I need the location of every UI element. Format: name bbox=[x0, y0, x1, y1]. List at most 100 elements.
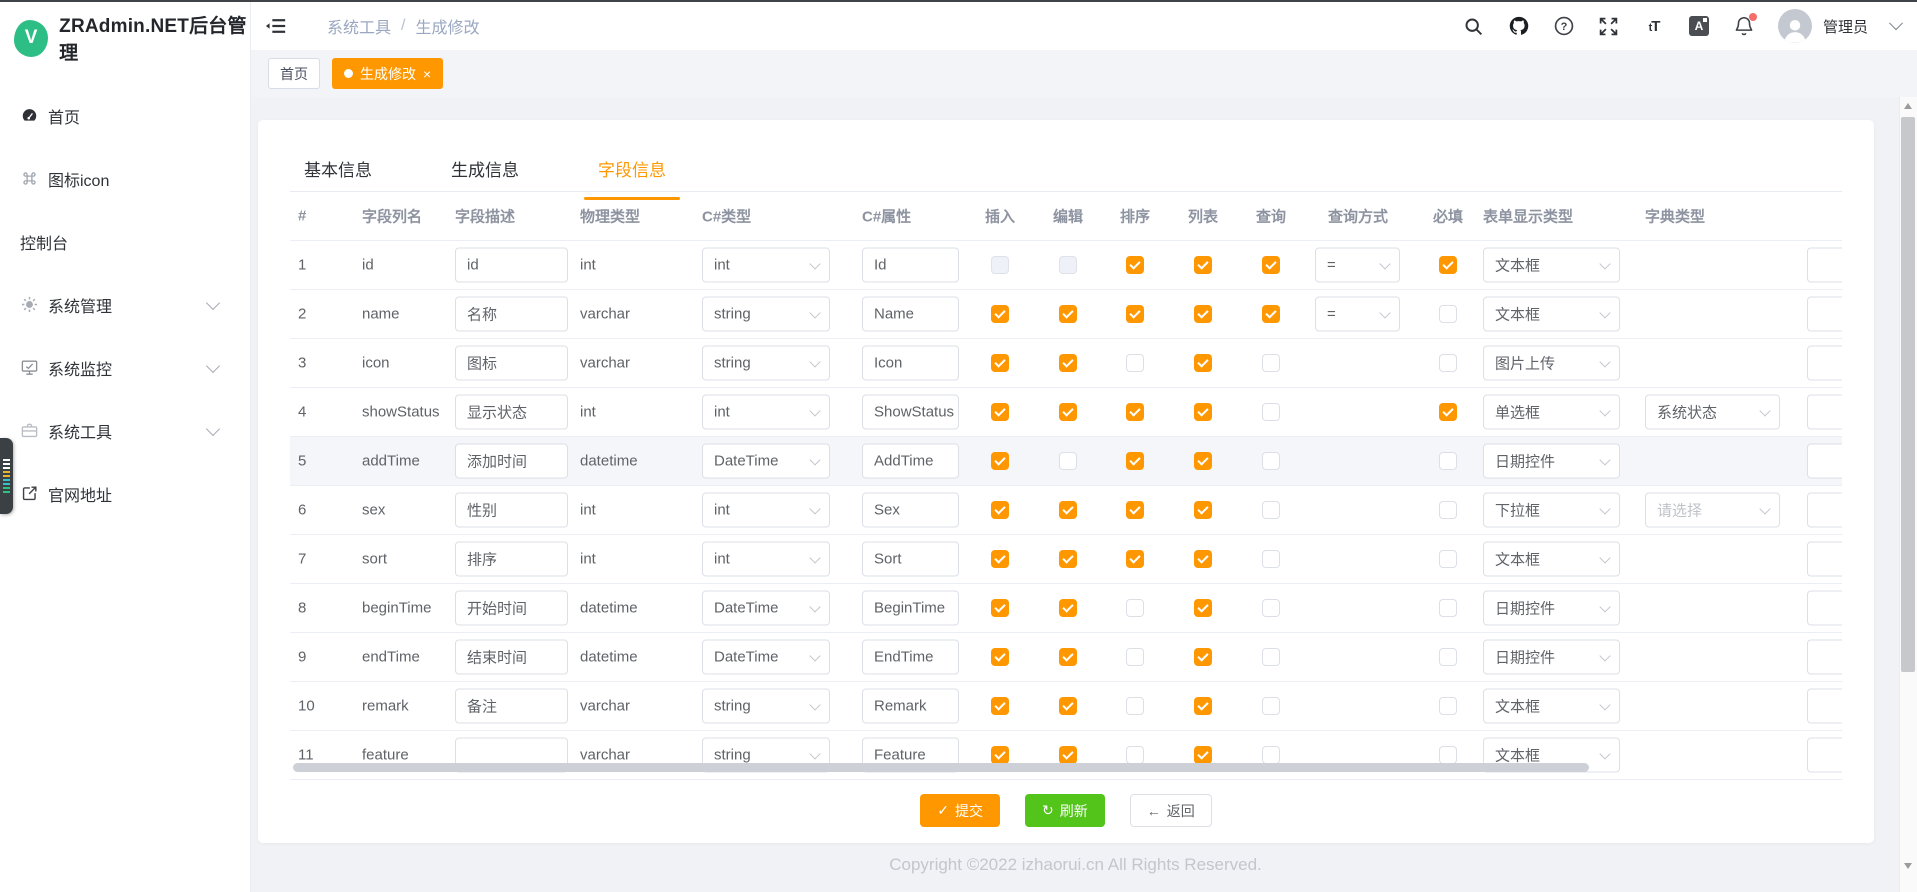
notification-bell-icon[interactable] bbox=[1733, 15, 1755, 37]
sort-checkbox[interactable] bbox=[1126, 354, 1144, 372]
sort-checkbox[interactable] bbox=[1126, 648, 1144, 666]
clipped-input[interactable] bbox=[1807, 248, 1842, 283]
cs-property-input[interactable]: Icon bbox=[862, 346, 959, 381]
insert-checkbox[interactable] bbox=[991, 697, 1009, 715]
dict-type-select[interactable]: 请选择 bbox=[1645, 493, 1780, 528]
close-icon[interactable]: × bbox=[423, 67, 431, 81]
description-input[interactable]: 名称 bbox=[455, 297, 568, 332]
query-checkbox[interactable] bbox=[1262, 746, 1280, 764]
scroll-up-arrow[interactable] bbox=[1900, 97, 1916, 114]
query-checkbox[interactable] bbox=[1262, 452, 1280, 470]
scroll-down-arrow[interactable] bbox=[1900, 857, 1916, 874]
display-type-select[interactable]: 单选框 bbox=[1483, 395, 1620, 430]
sort-checkbox[interactable] bbox=[1126, 501, 1144, 519]
description-input[interactable]: 图标 bbox=[455, 346, 568, 381]
query-mode-select[interactable]: = bbox=[1315, 297, 1400, 332]
app-logo-row[interactable]: V ZRAdmin.NET后台管理 bbox=[0, 2, 250, 62]
tag-0[interactable]: 首页 bbox=[268, 58, 320, 89]
description-input[interactable]: 添加时间 bbox=[455, 444, 568, 479]
avatar[interactable] bbox=[1778, 9, 1812, 43]
description-input[interactable]: 排序 bbox=[455, 542, 568, 577]
required-checkbox[interactable] bbox=[1439, 648, 1457, 666]
insert-checkbox[interactable] bbox=[991, 403, 1009, 421]
sidebar-item-2[interactable]: 控制台 bbox=[0, 210, 250, 273]
insert-checkbox[interactable] bbox=[991, 354, 1009, 372]
description-input[interactable]: 显示状态 bbox=[455, 395, 568, 430]
cs-property-input[interactable]: Sort bbox=[862, 542, 959, 577]
query-checkbox[interactable] bbox=[1262, 403, 1280, 421]
edit-checkbox[interactable] bbox=[1059, 697, 1077, 715]
sort-checkbox[interactable] bbox=[1126, 697, 1144, 715]
display-type-select[interactable]: 日期控件 bbox=[1483, 640, 1620, 675]
clipped-input[interactable] bbox=[1807, 542, 1842, 577]
sort-checkbox[interactable] bbox=[1126, 746, 1144, 764]
display-type-select[interactable]: 日期控件 bbox=[1483, 591, 1620, 626]
insert-checkbox[interactable] bbox=[991, 550, 1009, 568]
edit-checkbox[interactable] bbox=[1059, 648, 1077, 666]
sort-checkbox[interactable] bbox=[1126, 452, 1144, 470]
username[interactable]: 管理员 bbox=[1823, 16, 1868, 37]
dict-type-select[interactable]: 系统状态 bbox=[1645, 395, 1780, 430]
required-checkbox[interactable] bbox=[1439, 746, 1457, 764]
display-type-select[interactable]: 日期控件 bbox=[1483, 444, 1620, 479]
sidebar-fold-icon[interactable] bbox=[263, 13, 289, 39]
required-checkbox[interactable] bbox=[1439, 550, 1457, 568]
description-input[interactable]: id bbox=[455, 248, 568, 283]
insert-checkbox[interactable] bbox=[991, 599, 1009, 617]
translate-icon[interactable]: A bbox=[1688, 15, 1710, 37]
cs-property-input[interactable]: Name bbox=[862, 297, 959, 332]
github-icon[interactable] bbox=[1508, 15, 1530, 37]
theme-drag-handle[interactable] bbox=[0, 438, 13, 514]
breadcrumb-item[interactable]: 系统工具 bbox=[327, 14, 391, 38]
clipped-input[interactable] bbox=[1807, 346, 1842, 381]
edit-checkbox[interactable] bbox=[1059, 452, 1077, 470]
cs-property-input[interactable]: Sex bbox=[862, 493, 959, 528]
list-checkbox[interactable] bbox=[1194, 305, 1212, 323]
edit-checkbox[interactable] bbox=[1059, 403, 1077, 421]
list-checkbox[interactable] bbox=[1194, 501, 1212, 519]
required-checkbox[interactable] bbox=[1439, 501, 1457, 519]
refresh-button[interactable]: ↻刷新 bbox=[1025, 794, 1105, 827]
sidebar-item-3[interactable]: 系统管理 bbox=[0, 273, 250, 336]
clipped-input[interactable] bbox=[1807, 591, 1842, 626]
sort-checkbox[interactable] bbox=[1126, 305, 1144, 323]
list-checkbox[interactable] bbox=[1194, 256, 1212, 274]
query-checkbox[interactable] bbox=[1262, 550, 1280, 568]
description-input[interactable]: 结束时间 bbox=[455, 640, 568, 675]
required-checkbox[interactable] bbox=[1439, 354, 1457, 372]
cs-property-input[interactable]: EndTime bbox=[862, 640, 959, 675]
cs-type-select[interactable]: DateTime bbox=[702, 444, 830, 479]
description-input[interactable]: 性别 bbox=[455, 493, 568, 528]
clipped-input[interactable] bbox=[1807, 444, 1842, 479]
required-checkbox[interactable] bbox=[1439, 697, 1457, 715]
clipped-input[interactable] bbox=[1807, 297, 1842, 332]
required-checkbox[interactable] bbox=[1439, 599, 1457, 617]
cs-type-select[interactable]: string bbox=[702, 346, 830, 381]
display-type-select[interactable]: 文本框 bbox=[1483, 542, 1620, 577]
edit-checkbox[interactable] bbox=[1059, 501, 1077, 519]
sidebar-item-6[interactable]: 官网地址 bbox=[0, 462, 250, 525]
cs-property-input[interactable]: Remark bbox=[862, 689, 959, 724]
chevron-down-icon[interactable] bbox=[1889, 16, 1903, 30]
edit-checkbox[interactable] bbox=[1059, 550, 1077, 568]
sidebar-item-1[interactable]: 图标icon bbox=[0, 147, 250, 210]
display-type-select[interactable]: 下拉框 bbox=[1483, 493, 1620, 528]
clipped-input[interactable] bbox=[1807, 738, 1842, 773]
required-checkbox[interactable] bbox=[1439, 305, 1457, 323]
list-checkbox[interactable] bbox=[1194, 746, 1212, 764]
insert-checkbox[interactable] bbox=[991, 648, 1009, 666]
cs-type-select[interactable]: DateTime bbox=[702, 640, 830, 675]
insert-checkbox[interactable] bbox=[991, 501, 1009, 519]
cs-type-select[interactable]: string bbox=[702, 689, 830, 724]
query-mode-select[interactable]: = bbox=[1315, 248, 1400, 283]
cs-property-input[interactable]: Id bbox=[862, 248, 959, 283]
sort-checkbox[interactable] bbox=[1126, 403, 1144, 421]
edit-checkbox[interactable] bbox=[1059, 599, 1077, 617]
tag-1[interactable]: 生成修改× bbox=[332, 58, 443, 89]
cs-property-input[interactable]: AddTime bbox=[862, 444, 959, 479]
sort-checkbox[interactable] bbox=[1126, 599, 1144, 617]
search-icon[interactable] bbox=[1463, 15, 1485, 37]
cs-type-select[interactable]: int bbox=[702, 248, 830, 283]
sidebar-item-0[interactable]: 首页 bbox=[0, 84, 250, 147]
list-checkbox[interactable] bbox=[1194, 354, 1212, 372]
